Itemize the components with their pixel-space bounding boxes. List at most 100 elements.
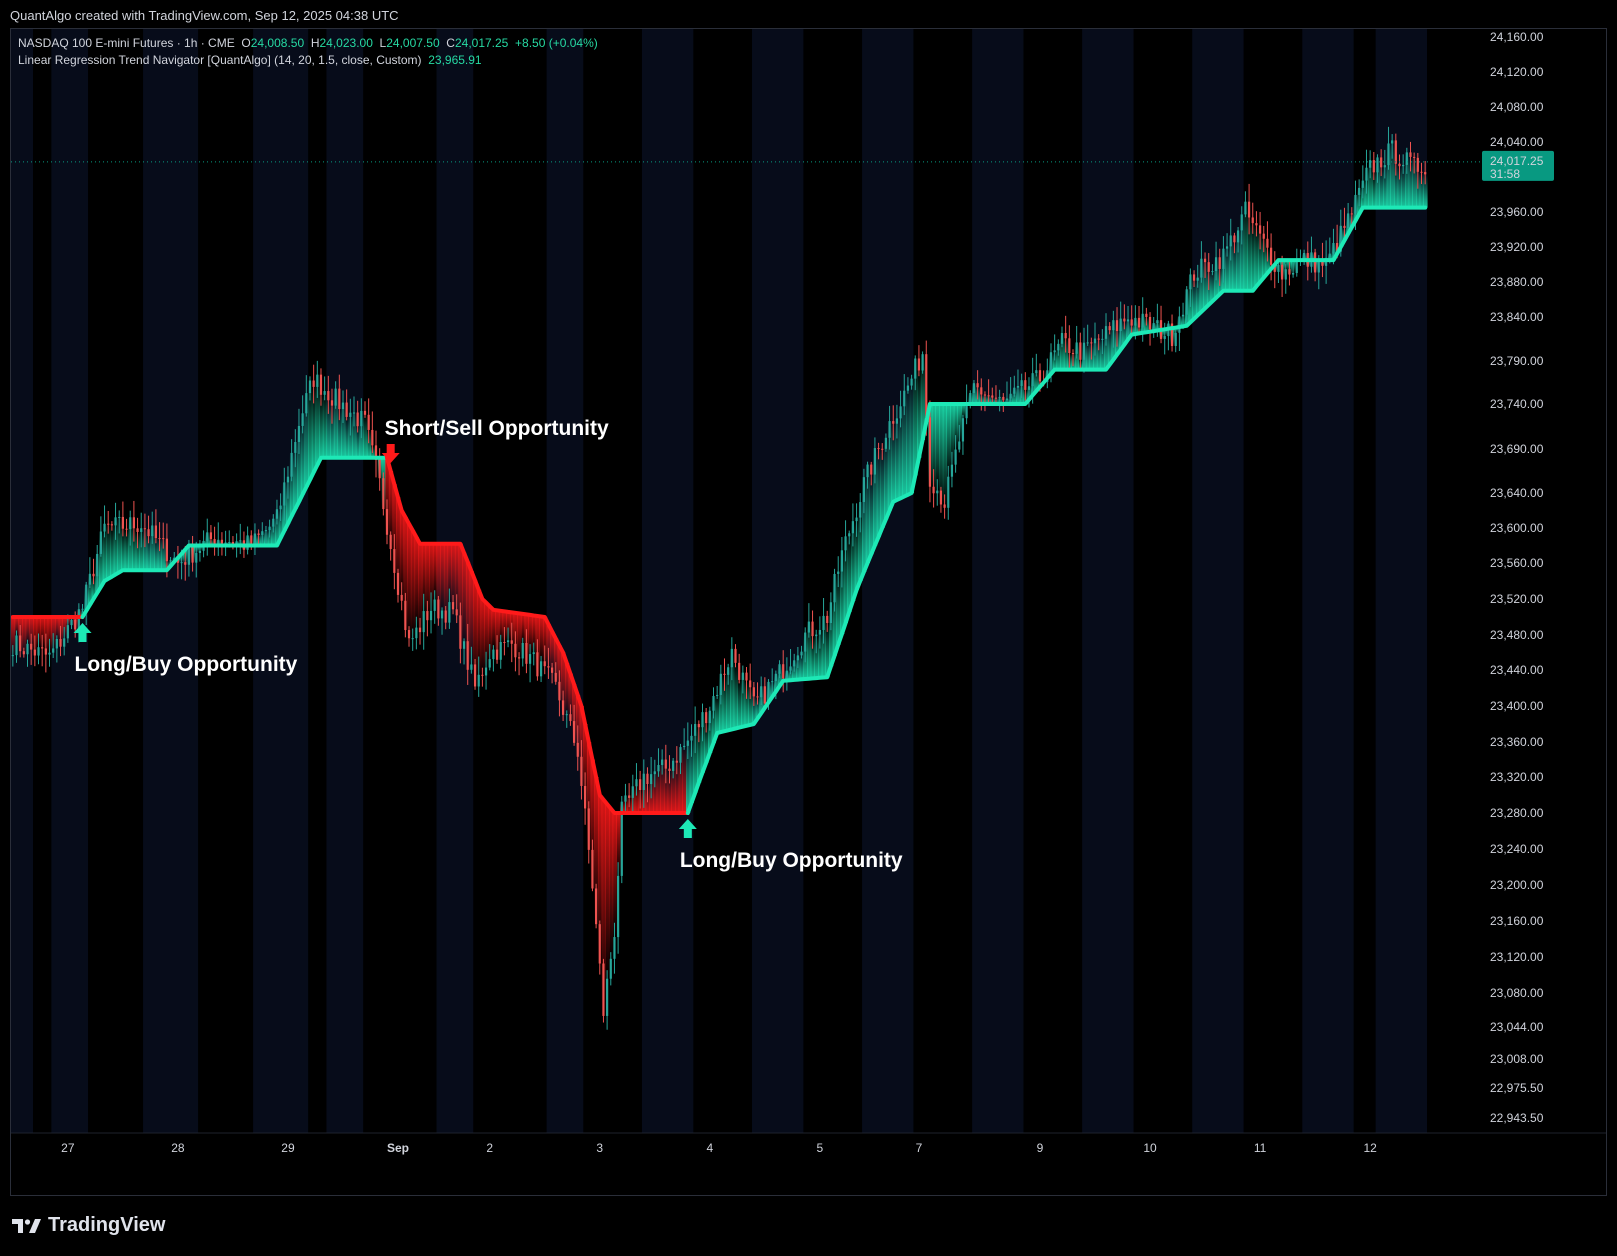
- candle-body: [532, 652, 535, 655]
- tradingview-logo[interactable]: TradingView: [12, 1214, 165, 1237]
- candle-body: [33, 649, 36, 656]
- candle-body: [334, 388, 337, 406]
- candle-body: [954, 449, 957, 465]
- candle-body: [338, 388, 341, 410]
- candle-body: [195, 552, 198, 563]
- symbol-label[interactable]: NASDAQ 100 E-mini Futures · 1h · CME: [18, 36, 235, 50]
- candle-body: [1064, 332, 1067, 339]
- candle-body: [598, 924, 601, 964]
- candle-body: [1203, 258, 1207, 263]
- candle-body: [1233, 235, 1236, 243]
- candle-body: [1145, 313, 1148, 317]
- candle-body: [1115, 320, 1119, 332]
- candle-body: [37, 647, 40, 656]
- time-axis-tick: 2: [486, 1141, 493, 1155]
- candle-body: [121, 516, 124, 529]
- candle-body: [668, 768, 671, 771]
- candle-body: [892, 421, 895, 424]
- candle-body: [1218, 257, 1221, 269]
- candle-body: [506, 640, 510, 643]
- candle-body: [437, 599, 440, 619]
- candle-body: [1101, 338, 1104, 340]
- price-axis-tick: 23,840.00: [1490, 310, 1544, 324]
- candle-body: [228, 541, 231, 543]
- candle-body: [661, 759, 664, 765]
- session-bands: [11, 29, 1427, 1133]
- candle-body: [85, 584, 88, 609]
- legend-symbol-row: NASDAQ 100 E-mini Futures · 1h · CME O24…: [18, 35, 598, 52]
- candle-body: [15, 635, 18, 656]
- candle-body: [646, 773, 649, 785]
- candle-body: [712, 696, 715, 711]
- chart-frame[interactable]: Long/Buy Opportunity Short/Sell Opportuni…: [10, 28, 1607, 1196]
- candle-body: [1350, 213, 1353, 215]
- candle-body: [433, 599, 436, 611]
- candle-body: [543, 661, 546, 667]
- candle-body: [118, 516, 121, 518]
- candle-body: [811, 621, 814, 637]
- price-axis-tick: 23,690.00: [1490, 442, 1544, 456]
- candle-body: [584, 785, 587, 809]
- candle-body: [602, 963, 605, 1016]
- candle-body: [679, 747, 682, 763]
- price-axis-tick: 23,120.00: [1490, 950, 1544, 964]
- candle-body: [694, 723, 697, 736]
- price-chart[interactable]: Long/Buy Opportunity Short/Sell Opportuni…: [11, 29, 1606, 1195]
- candle-body: [411, 638, 414, 640]
- trend-fill-slice: [539, 616, 544, 662]
- candle-body: [1255, 223, 1258, 226]
- candle-body: [180, 562, 183, 564]
- candle-body: [1200, 258, 1203, 278]
- open-value: 24,008.50: [250, 36, 305, 50]
- candle-body: [917, 358, 921, 371]
- candle-body: [261, 531, 264, 535]
- price-axis-tick: 23,008.00: [1490, 1052, 1544, 1066]
- candle-body: [1104, 326, 1108, 339]
- price-axis-tick: 23,880.00: [1490, 275, 1544, 289]
- candle-body: [132, 517, 135, 529]
- candle-body: [220, 539, 224, 544]
- candle-body: [349, 412, 352, 417]
- candle-body: [1247, 201, 1251, 218]
- candle-body: [1358, 187, 1361, 195]
- candle-body: [316, 374, 319, 387]
- candle-body: [422, 611, 425, 633]
- candle-body: [829, 602, 832, 624]
- candle-body: [440, 610, 444, 619]
- candle-body: [727, 667, 730, 675]
- candle-body: [760, 686, 763, 698]
- candle-body: [686, 740, 689, 746]
- price-axis-tick: 23,280.00: [1490, 806, 1544, 820]
- candle-body: [382, 478, 385, 510]
- candle-body: [657, 764, 660, 772]
- candle-body: [1163, 336, 1166, 339]
- candle-body: [639, 779, 642, 791]
- candle-body: [88, 573, 91, 585]
- indicator-label[interactable]: Linear Regression Trend Navigator [Quant…: [18, 53, 422, 67]
- candle-body: [1211, 271, 1214, 273]
- candle-body: [1292, 272, 1295, 275]
- candle-body: [716, 694, 719, 697]
- time-axis-tick: 5: [817, 1141, 824, 1155]
- time-axis-tick: 7: [916, 1141, 923, 1155]
- candle-body: [1288, 269, 1291, 275]
- candle-body: [492, 649, 495, 660]
- candle-body: [888, 421, 891, 438]
- candle-body: [862, 477, 866, 503]
- session-band: [11, 29, 34, 1133]
- candle-body: [1295, 261, 1298, 273]
- candle-body: [1038, 370, 1042, 382]
- candle-body: [488, 659, 491, 668]
- candle-body: [525, 642, 528, 664]
- candle-body: [484, 667, 488, 676]
- candle-body: [840, 550, 843, 572]
- candle-body: [1174, 332, 1177, 347]
- time-axis-tick: 3: [596, 1141, 603, 1155]
- candle-body: [1398, 163, 1401, 167]
- candle-body: [939, 490, 943, 505]
- candle-body: [569, 714, 572, 722]
- candle-body: [279, 505, 282, 510]
- top-bar: QuantAlgo created with TradingView.com, …: [0, 0, 1617, 28]
- chart-credit: QuantAlgo created with TradingView.com, …: [10, 8, 399, 23]
- candle-body: [481, 674, 484, 676]
